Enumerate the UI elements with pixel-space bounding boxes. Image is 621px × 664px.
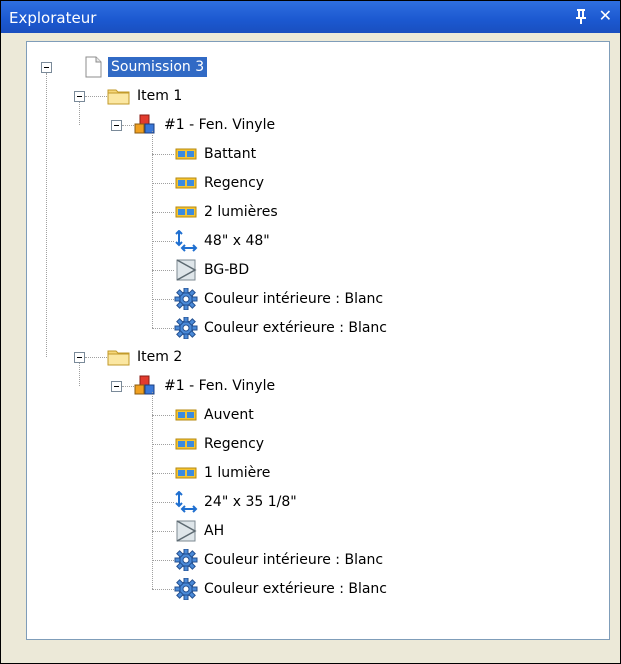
tree-node-label: Couleur intérieure : Blanc	[204, 291, 384, 307]
tree-node-label: 1 lumière	[204, 465, 271, 481]
tree-connector-horizontal	[152, 444, 174, 445]
window-type-icon	[174, 201, 198, 223]
hinge-icon	[174, 259, 198, 281]
gear-icon	[174, 577, 198, 601]
folder-icon	[107, 85, 131, 107]
tree-connector-horizontal	[152, 270, 174, 271]
tree-node-attribute[interactable]: Couleur extérieure : Blanc	[174, 316, 390, 340]
pin-icon[interactable]	[574, 7, 588, 25]
tree-connector-horizontal	[152, 502, 174, 503]
tree-node-label: Item 1	[137, 88, 183, 104]
window-type-icon	[174, 172, 198, 194]
window-type-icon	[174, 433, 198, 455]
tree-node-item[interactable]: Item 2	[107, 346, 185, 368]
product-icon	[134, 375, 158, 397]
dimensions-icon	[174, 229, 198, 252]
tree-node-label: Soumission 3	[108, 57, 208, 77]
tree-node-attribute[interactable]: BG-BD	[174, 259, 252, 281]
tree-node-product[interactable]: #1 - Fen. Vinyle	[134, 375, 278, 397]
tree-connector-horizontal	[152, 589, 174, 590]
tree-node-label: #1 - Fen. Vinyle	[164, 378, 276, 394]
tree-node-attribute[interactable]: Regency	[174, 172, 267, 194]
tree-connector-vertical	[46, 73, 47, 357]
tree-connector-vertical	[152, 131, 153, 328]
tree-node-attribute[interactable]: Couleur intérieure : Blanc	[174, 548, 386, 572]
tree-connector-vertical	[152, 392, 153, 589]
tree-node-label: Regency	[204, 175, 265, 191]
tree-node-attribute[interactable]: Regency	[174, 433, 267, 455]
tree-connector-horizontal	[152, 560, 174, 561]
tree-connector-vertical	[79, 102, 80, 125]
gear-icon	[174, 548, 198, 572]
tree-node-attribute[interactable]: Auvent	[174, 404, 257, 426]
tree-node-label: 48" x 48"	[204, 233, 270, 249]
tree-node-label: 24" x 35 1/8"	[204, 494, 297, 510]
tree-node-label: Couleur extérieure : Blanc	[204, 581, 388, 597]
window-type-icon	[174, 143, 198, 165]
close-icon[interactable]: ✕	[599, 7, 612, 25]
tree-node-attribute[interactable]: Couleur intérieure : Blanc	[174, 287, 386, 311]
tree-node-product[interactable]: #1 - Fen. Vinyle	[134, 114, 278, 136]
tree-node-label: Regency	[204, 436, 265, 452]
window-title: Explorateur	[9, 9, 97, 27]
explorer-window: Explorateur ✕ Soumission 3 Item 1 #1 - Fen…	[0, 0, 621, 664]
tree-node-item[interactable]: Item 1	[107, 85, 185, 107]
tree-node-root[interactable]: Soumission 3	[81, 56, 208, 78]
tree-connector-horizontal	[152, 531, 174, 532]
item-expander[interactable]	[74, 352, 85, 363]
tree-connector-horizontal	[152, 415, 174, 416]
window-type-icon	[174, 404, 198, 426]
window-type-icon	[174, 462, 198, 484]
gear-icon	[174, 287, 198, 311]
tree-connector-horizontal	[152, 328, 174, 329]
tree-connector-horizontal	[85, 96, 107, 97]
tree-node-label: AH	[204, 523, 225, 539]
tree-connector-horizontal	[152, 212, 174, 213]
tree-connector-horizontal	[85, 357, 107, 358]
tree-node-label: Battant	[204, 146, 257, 162]
product-expander[interactable]	[111, 381, 122, 392]
tree-node-label: Auvent	[204, 407, 254, 423]
folder-icon	[107, 346, 131, 368]
tree-node-label: 2 lumières	[204, 204, 278, 220]
tree-connector-horizontal	[122, 386, 134, 387]
tree-node-label: #1 - Fen. Vinyle	[164, 117, 276, 133]
tree-connector-horizontal	[152, 241, 174, 242]
hinge-icon	[174, 520, 198, 542]
product-icon	[134, 114, 158, 136]
tree-connector-horizontal	[152, 473, 174, 474]
tree-connector-horizontal	[152, 154, 174, 155]
product-expander[interactable]	[111, 120, 122, 131]
tree-connector-vertical	[79, 363, 80, 386]
dimensions-icon	[174, 490, 198, 513]
tree-node-label: Couleur extérieure : Blanc	[204, 320, 388, 336]
tree-connector-horizontal	[152, 183, 174, 184]
tree-connector-horizontal	[122, 125, 134, 126]
tree-node-attribute[interactable]: 2 lumières	[174, 201, 281, 223]
tree-node-attribute[interactable]: 1 lumière	[174, 462, 273, 484]
item-expander[interactable]	[74, 91, 85, 102]
tree-node-attribute[interactable]: 48" x 48"	[174, 229, 273, 252]
tree-node-attribute[interactable]: AH	[174, 520, 227, 542]
tree-node-label: Couleur intérieure : Blanc	[204, 552, 384, 568]
tree-node-label: Item 2	[137, 349, 183, 365]
tree-node-attribute[interactable]: Couleur extérieure : Blanc	[174, 577, 390, 601]
title-bar[interactable]: Explorateur ✕	[1, 1, 620, 33]
tree-node-attribute[interactable]: Battant	[174, 143, 259, 165]
document-icon	[81, 56, 105, 78]
tree-node-label: BG-BD	[204, 262, 250, 278]
root-expander[interactable]	[41, 62, 52, 73]
tree-view[interactable]: Soumission 3 Item 1 #1 - Fen. Vinyle Battan…	[26, 41, 610, 640]
tree-connector-horizontal	[152, 299, 174, 300]
tree-node-attribute[interactable]: 24" x 35 1/8"	[174, 490, 300, 513]
gear-icon	[174, 316, 198, 340]
